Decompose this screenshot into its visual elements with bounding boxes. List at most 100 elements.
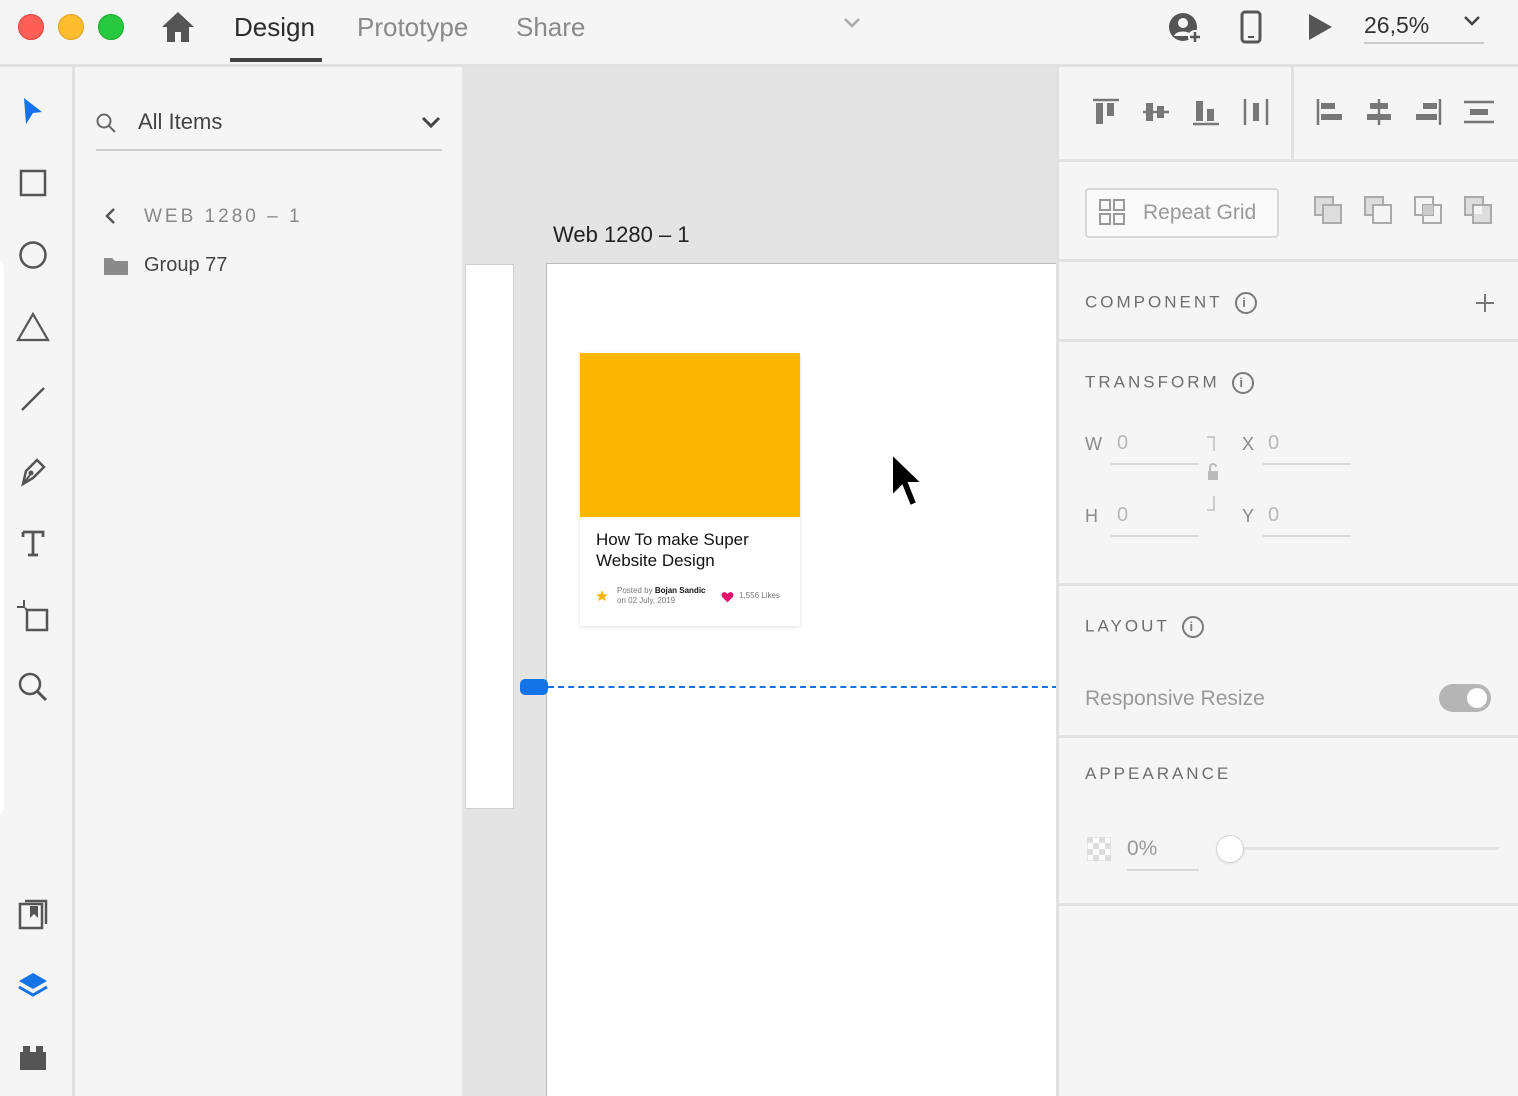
card-meta: Posted by Bojan Sandic on 02 July, 2019 (617, 586, 706, 606)
card-image (580, 353, 800, 517)
zoom-level[interactable]: 26,5% (1364, 12, 1429, 39)
pen-tool-icon[interactable] (12, 450, 54, 492)
tool-bar (0, 67, 75, 1096)
layout-title-text: LAYOUT (1085, 616, 1170, 636)
ellipse-tool-icon[interactable] (12, 234, 54, 276)
y-field[interactable]: 0 (1268, 504, 1279, 527)
title-bar: Design Prototype Share 26,5% (0, 0, 1518, 67)
toolbar-scroll-edge (0, 257, 4, 817)
line-tool-icon[interactable] (12, 378, 54, 420)
property-inspector: Repeat Grid COMPONENT i TRANSFORM i W 0 H … (1056, 67, 1518, 1096)
height-label: H (1085, 506, 1098, 526)
layout-section-title: LAYOUT i (1085, 616, 1204, 638)
card-author: Bojan Sandic (654, 586, 706, 595)
component-section-title: COMPONENT i (1085, 292, 1257, 314)
boolean-add-icon[interactable] (1313, 195, 1345, 232)
layers-icon[interactable] (12, 965, 54, 1007)
divider (1059, 583, 1518, 586)
boolean-intersect-icon[interactable] (1413, 195, 1445, 232)
folder-icon (103, 254, 129, 281)
toggle-knob (1467, 688, 1487, 708)
add-component-icon[interactable] (1473, 291, 1497, 320)
height-underline (1111, 535, 1199, 537)
responsive-resize-label: Responsive Resize (1085, 687, 1265, 710)
plugins-icon[interactable] (12, 1037, 54, 1079)
assets-icon[interactable] (12, 893, 54, 935)
align-center-icon[interactable] (1364, 97, 1394, 132)
artboard[interactable]: How To make Super Website Design Posted … (546, 263, 1056, 1096)
y-underline (1263, 535, 1351, 537)
invite-user-icon[interactable] (1166, 10, 1206, 51)
component-info-icon[interactable]: i (1234, 292, 1257, 314)
close-window-button[interactable] (18, 14, 44, 40)
heart-icon (721, 590, 734, 608)
component-title-text: COMPONENT (1085, 292, 1223, 312)
posted-by-label: Posted by (617, 586, 653, 595)
minimize-window-button[interactable] (58, 14, 84, 40)
opacity-checker-icon (1086, 836, 1112, 866)
transform-info-icon[interactable]: i (1231, 372, 1254, 394)
lock-aspect-icon[interactable] (1205, 435, 1221, 518)
layers-panel: All Items WEB 1280 – 1 Group 77 (75, 67, 462, 1096)
opacity-field[interactable]: 0% (1127, 837, 1157, 861)
guide-handle[interactable] (520, 679, 548, 695)
blog-card[interactable]: How To make Super Website Design Posted … (580, 353, 800, 626)
distribute-horizontal-icon[interactable] (1241, 97, 1271, 132)
guide-line[interactable] (548, 686, 1056, 688)
neighbor-artboard[interactable] (465, 264, 514, 809)
filter-chevron-down-icon[interactable] (420, 115, 442, 134)
canvas[interactable]: Web 1280 – 1 How To make Super Website D… (462, 67, 1056, 1096)
boolean-exclude-icon[interactable] (1463, 195, 1495, 232)
opacity-underline (1127, 869, 1199, 871)
tab-design[interactable]: Design (234, 12, 315, 43)
zoom-window-button[interactable] (98, 14, 124, 40)
width-underline (1111, 463, 1199, 465)
tab-share[interactable]: Share (516, 12, 585, 43)
align-top-icon[interactable] (1091, 97, 1121, 132)
responsive-resize-toggle[interactable] (1439, 684, 1491, 712)
divider (1059, 339, 1518, 342)
width-field[interactable]: 0 (1117, 432, 1128, 455)
appearance-title-text: APPEARANCE (1085, 764, 1232, 783)
divider (1059, 259, 1518, 262)
play-preview-icon[interactable] (1306, 12, 1334, 47)
divider (1059, 159, 1518, 162)
card-title: How To make Super Website Design (596, 530, 749, 570)
breadcrumb[interactable]: WEB 1280 – 1 (144, 206, 303, 228)
layout-info-icon[interactable]: i (1181, 616, 1204, 638)
tab-prototype[interactable]: Prototype (357, 12, 468, 43)
star-icon (595, 589, 609, 608)
opacity-slider-track[interactable] (1229, 847, 1499, 850)
repeat-grid-button[interactable]: Repeat Grid (1085, 188, 1279, 238)
align-bottom-icon[interactable] (1191, 97, 1221, 132)
polygon-tool-icon[interactable] (12, 306, 54, 348)
mouse-cursor-icon (890, 451, 926, 517)
artboard-label[interactable]: Web 1280 – 1 (553, 222, 690, 248)
layer-item-label: Group 77 (144, 254, 228, 276)
distribute-vertical-icon[interactable] (1462, 97, 1496, 132)
layer-item-group[interactable]: Group 77 (103, 251, 443, 281)
home-icon[interactable] (160, 10, 196, 49)
artboard-tool-icon[interactable] (12, 594, 54, 636)
layer-filter-select[interactable]: All Items (138, 109, 222, 135)
back-chevron-icon[interactable] (103, 206, 117, 231)
zoom-tool-icon[interactable] (12, 666, 54, 708)
boolean-subtract-icon[interactable] (1363, 195, 1395, 232)
search-icon (95, 112, 117, 139)
appearance-section-title: APPEARANCE (1085, 764, 1231, 784)
height-field[interactable]: 0 (1117, 504, 1128, 527)
align-right-icon[interactable] (1413, 97, 1443, 132)
select-tool-icon[interactable] (12, 90, 54, 132)
opacity-slider-thumb[interactable] (1216, 835, 1244, 863)
rectangle-tool-icon[interactable] (12, 162, 54, 204)
repeat-grid-icon (1099, 199, 1125, 230)
align-left-icon[interactable] (1315, 97, 1345, 132)
x-label: X (1242, 434, 1255, 454)
device-preview-icon[interactable] (1240, 10, 1262, 49)
zoom-chevron-down-icon[interactable] (1462, 14, 1482, 33)
document-chevron-down-icon[interactable] (842, 16, 862, 35)
x-field[interactable]: 0 (1268, 432, 1279, 455)
active-tab-indicator (230, 58, 322, 62)
text-tool-icon[interactable] (12, 522, 54, 564)
align-middle-icon[interactable] (1141, 97, 1171, 132)
